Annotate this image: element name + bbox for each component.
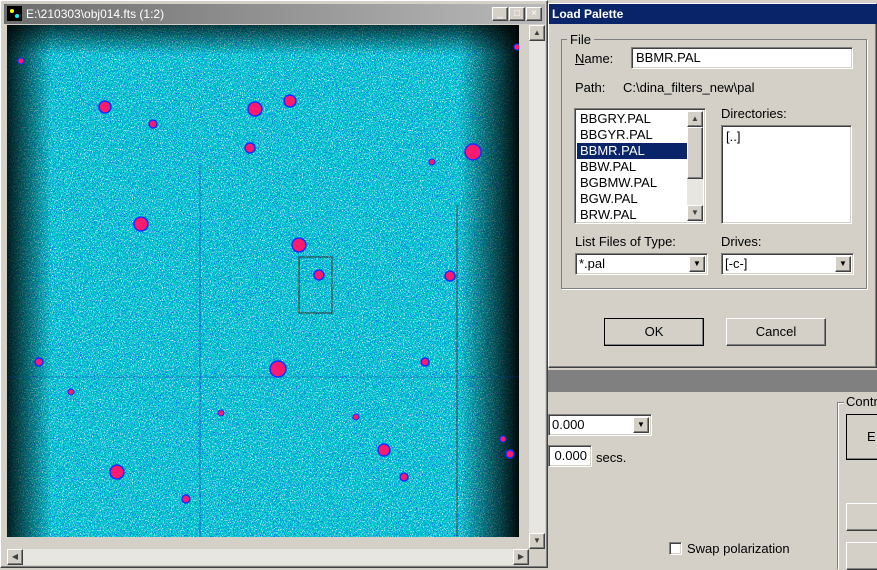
file-list-item[interactable]: BBGYR.PAL (577, 127, 689, 143)
control-button-3[interactable] (846, 542, 877, 570)
lower-panel-titlebar (548, 370, 877, 392)
file-listbox[interactable]: BBGRY.PAL BBGYR.PAL BBMR.PAL BBW.PAL BGBMW.P… (574, 108, 706, 224)
swap-polarization-label: Swap polarization (687, 541, 790, 556)
list-files-of-type-label: List Files of Type: (575, 234, 676, 249)
value1-select[interactable]: 0.000 ▼ (548, 414, 652, 436)
file-type-value: *.pal (579, 256, 606, 271)
name-field[interactable]: BBMR.PAL (631, 47, 853, 69)
app-icon (7, 6, 22, 21)
file-list-item[interactable]: BGBMW.PAL (577, 175, 689, 191)
file-scroll-up-icon[interactable]: ▲ (687, 111, 703, 127)
file-list-item[interactable]: BRW.PAL (577, 207, 689, 223)
file-list-item[interactable]: BBW.PAL (577, 159, 689, 175)
secs-label: secs. (596, 450, 627, 465)
drives-label: Drives: (721, 234, 762, 249)
astronomical-image[interactable] (7, 25, 519, 537)
directories-listbox[interactable]: [..] (721, 125, 852, 224)
minimize-button[interactable]: _ (492, 7, 508, 21)
close-button[interactable]: × (526, 7, 542, 21)
name-label-rest: ame: (584, 51, 614, 66)
ok-button[interactable]: OK (604, 318, 704, 346)
drives-value: [-c-] (725, 256, 748, 271)
directory-item-parent[interactable]: [..] (726, 129, 740, 144)
swap-polarization-checkbox[interactable] (669, 542, 682, 555)
scroll-left-icon[interactable]: ◀ (7, 549, 23, 565)
file-group-label: File (570, 32, 591, 47)
dialog-title: Load Palette (552, 7, 624, 21)
name-label: Name: (575, 51, 614, 66)
drives-select[interactable]: [-c-] ▼ (721, 253, 854, 275)
file-list: BBGRY.PAL BBGYR.PAL BBMR.PAL BBW.PAL BGBMW.P… (577, 111, 689, 223)
vertical-scrollbar[interactable]: ▲ ▼ (529, 25, 545, 549)
value2-field[interactable]: 0.000 (548, 445, 592, 467)
file-type-select[interactable]: *.pal ▼ (575, 253, 708, 275)
file-list-item[interactable]: BGW.PAL (577, 191, 689, 207)
image-window: E:\210303\obj014.fts (1:2) _ □ × ▲ ▼ ◀ ▶ (0, 0, 548, 568)
control-button-2[interactable] (846, 503, 877, 531)
maximize-button[interactable]: □ (509, 7, 525, 21)
scroll-right-icon[interactable]: ▶ (513, 549, 529, 565)
file-scroll-down-icon[interactable]: ▼ (687, 205, 703, 221)
e-button[interactable]: E (846, 414, 877, 460)
control-group-label: Contr (844, 394, 877, 409)
file-type-dropdown-icon[interactable]: ▼ (689, 256, 705, 272)
file-list-scrollbar[interactable]: ▲ ▼ (687, 111, 703, 221)
value1-dropdown-icon[interactable]: ▼ (633, 417, 649, 433)
horizontal-scrollbar[interactable]: ◀ ▶ (7, 549, 529, 565)
image-window-title: E:\210303\obj014.fts (1:2) (26, 7, 165, 21)
file-list-item[interactable]: BBGRY.PAL (577, 111, 689, 127)
scroll-down-icon[interactable]: ▼ (529, 533, 545, 549)
file-list-item[interactable]: BBMR.PAL (577, 143, 689, 159)
load-palette-dialog: Load Palette File Name: BBMR.PAL Path: C… (548, 3, 877, 368)
image-window-titlebar[interactable]: E:\210303\obj014.fts (1:2) _ □ × (4, 4, 545, 24)
dialog-titlebar[interactable]: Load Palette (549, 4, 877, 24)
value1-text: 0.000 (552, 417, 585, 432)
lower-panel: 0.000 ▼ 0.000 secs. Swap polarization Co… (548, 392, 877, 570)
file-scroll-thumb[interactable] (687, 127, 703, 179)
path-label: Path: (575, 80, 606, 95)
cancel-button[interactable]: Cancel (726, 318, 826, 346)
path-value: C:\dina_filters_new\pal (623, 80, 755, 95)
image-pixels (7, 25, 519, 537)
drives-dropdown-icon[interactable]: ▼ (835, 256, 851, 272)
scroll-up-icon[interactable]: ▲ (529, 25, 545, 41)
directories-label: Directories: (721, 106, 787, 121)
